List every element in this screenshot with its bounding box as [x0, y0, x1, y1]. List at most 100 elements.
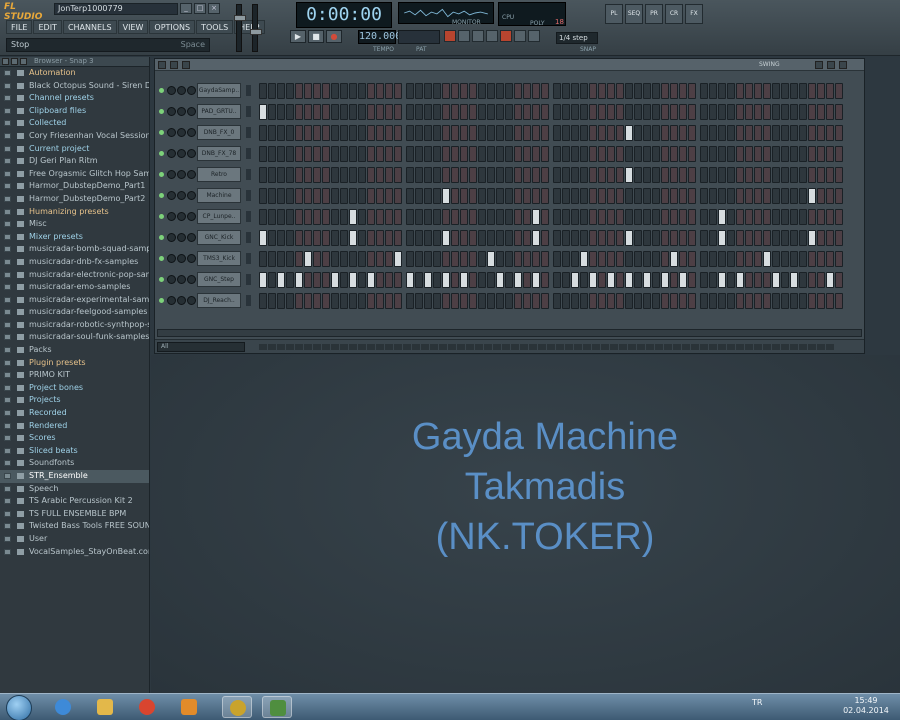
- step-button[interactable]: [688, 83, 696, 99]
- step-button[interactable]: [553, 167, 561, 183]
- step-button[interactable]: [295, 230, 303, 246]
- step-button[interactable]: [496, 251, 504, 267]
- step-button[interactable]: [496, 104, 504, 120]
- channel-knob[interactable]: [187, 275, 196, 284]
- browser-item[interactable]: Soundfonts: [0, 457, 149, 470]
- step-button[interactable]: [790, 209, 798, 225]
- step-button[interactable]: [295, 272, 303, 288]
- step-button[interactable]: [598, 251, 606, 267]
- step-button[interactable]: [688, 125, 696, 141]
- step-button[interactable]: [754, 125, 762, 141]
- step-button[interactable]: [286, 188, 294, 204]
- step-button[interactable]: [562, 230, 570, 246]
- step-button[interactable]: [349, 272, 357, 288]
- step-button[interactable]: [340, 167, 348, 183]
- browser-item[interactable]: Rendered: [0, 420, 149, 433]
- step-button[interactable]: [808, 104, 816, 120]
- step-button[interactable]: [541, 188, 549, 204]
- step-button[interactable]: [523, 251, 531, 267]
- step-button[interactable]: [322, 83, 330, 99]
- step-button[interactable]: [433, 230, 441, 246]
- volume-knob[interactable]: [177, 233, 186, 242]
- expand-icon[interactable]: [4, 447, 11, 454]
- step-button[interactable]: [736, 251, 744, 267]
- step-button[interactable]: [304, 146, 312, 162]
- step-button[interactable]: [460, 125, 468, 141]
- step-button[interactable]: [496, 272, 504, 288]
- step-button[interactable]: [634, 125, 642, 141]
- step-button[interactable]: [478, 167, 486, 183]
- step-button[interactable]: [826, 188, 834, 204]
- volume-knob[interactable]: [177, 86, 186, 95]
- step-button[interactable]: [331, 230, 339, 246]
- step-button[interactable]: [331, 251, 339, 267]
- expand-icon[interactable]: [4, 145, 11, 152]
- step-button[interactable]: [277, 272, 285, 288]
- step-button[interactable]: [718, 104, 726, 120]
- step-button[interactable]: [589, 167, 597, 183]
- step-button[interactable]: [808, 230, 816, 246]
- step-button[interactable]: [553, 188, 561, 204]
- step-button[interactable]: [523, 167, 531, 183]
- step-button[interactable]: [616, 293, 624, 309]
- step-button[interactable]: [268, 83, 276, 99]
- step-button[interactable]: [781, 230, 789, 246]
- channel-name-button[interactable]: GNC_Kick: [197, 230, 241, 245]
- expand-icon[interactable]: [4, 485, 11, 492]
- step-button[interactable]: [736, 230, 744, 246]
- step-button[interactable]: [460, 167, 468, 183]
- step-button[interactable]: [727, 251, 735, 267]
- step-button[interactable]: [808, 293, 816, 309]
- step-button[interactable]: [661, 188, 669, 204]
- browser-item[interactable]: TS Arabic Percussion Kit 2: [0, 495, 149, 508]
- step-button[interactable]: [553, 104, 561, 120]
- step-button[interactable]: [532, 293, 540, 309]
- step-button[interactable]: [514, 209, 522, 225]
- step-button[interactable]: [781, 104, 789, 120]
- pan-knob[interactable]: [167, 170, 176, 179]
- step-button[interactable]: [268, 272, 276, 288]
- step-button[interactable]: [406, 293, 414, 309]
- sequencer-menu-icon[interactable]: [158, 61, 166, 69]
- step-button[interactable]: [718, 167, 726, 183]
- step-button[interactable]: [790, 125, 798, 141]
- step-button[interactable]: [826, 272, 834, 288]
- step-button[interactable]: [670, 209, 678, 225]
- step-button[interactable]: [772, 293, 780, 309]
- step-button[interactable]: [442, 188, 450, 204]
- step-button[interactable]: [718, 293, 726, 309]
- browser-item[interactable]: Harmor_DubstepDemo_Part2: [0, 193, 149, 206]
- step-button[interactable]: [625, 230, 633, 246]
- step-button[interactable]: [406, 146, 414, 162]
- step-button[interactable]: [661, 272, 669, 288]
- step-button[interactable]: [736, 83, 744, 99]
- step-button[interactable]: [790, 188, 798, 204]
- step-button[interactable]: [817, 251, 825, 267]
- step-button[interactable]: [304, 209, 312, 225]
- step-button[interactable]: [826, 293, 834, 309]
- step-button[interactable]: [790, 104, 798, 120]
- step-button[interactable]: [415, 104, 423, 120]
- step-button[interactable]: [268, 230, 276, 246]
- step-button[interactable]: [562, 167, 570, 183]
- step-button[interactable]: [451, 272, 459, 288]
- browser-item[interactable]: User: [0, 533, 149, 546]
- step-button[interactable]: [385, 167, 393, 183]
- step-button[interactable]: [286, 251, 294, 267]
- volume-knob[interactable]: [177, 212, 186, 221]
- menu-file[interactable]: FILE: [6, 20, 33, 34]
- step-button[interactable]: [598, 125, 606, 141]
- step-button[interactable]: [394, 104, 402, 120]
- step-button[interactable]: [670, 83, 678, 99]
- step-button[interactable]: [523, 104, 531, 120]
- step-button[interactable]: [496, 146, 504, 162]
- step-button[interactable]: [433, 125, 441, 141]
- channel-select-indicator[interactable]: [246, 190, 251, 201]
- step-button[interactable]: [541, 272, 549, 288]
- browser-item[interactable]: Free Orgasmic Glitch Hop Samples: [0, 168, 149, 181]
- expand-icon[interactable]: [4, 435, 11, 442]
- channel-name-button[interactable]: GaydaSamp..: [197, 83, 241, 98]
- step-button[interactable]: [652, 146, 660, 162]
- step-button[interactable]: [700, 104, 708, 120]
- step-button[interactable]: [385, 125, 393, 141]
